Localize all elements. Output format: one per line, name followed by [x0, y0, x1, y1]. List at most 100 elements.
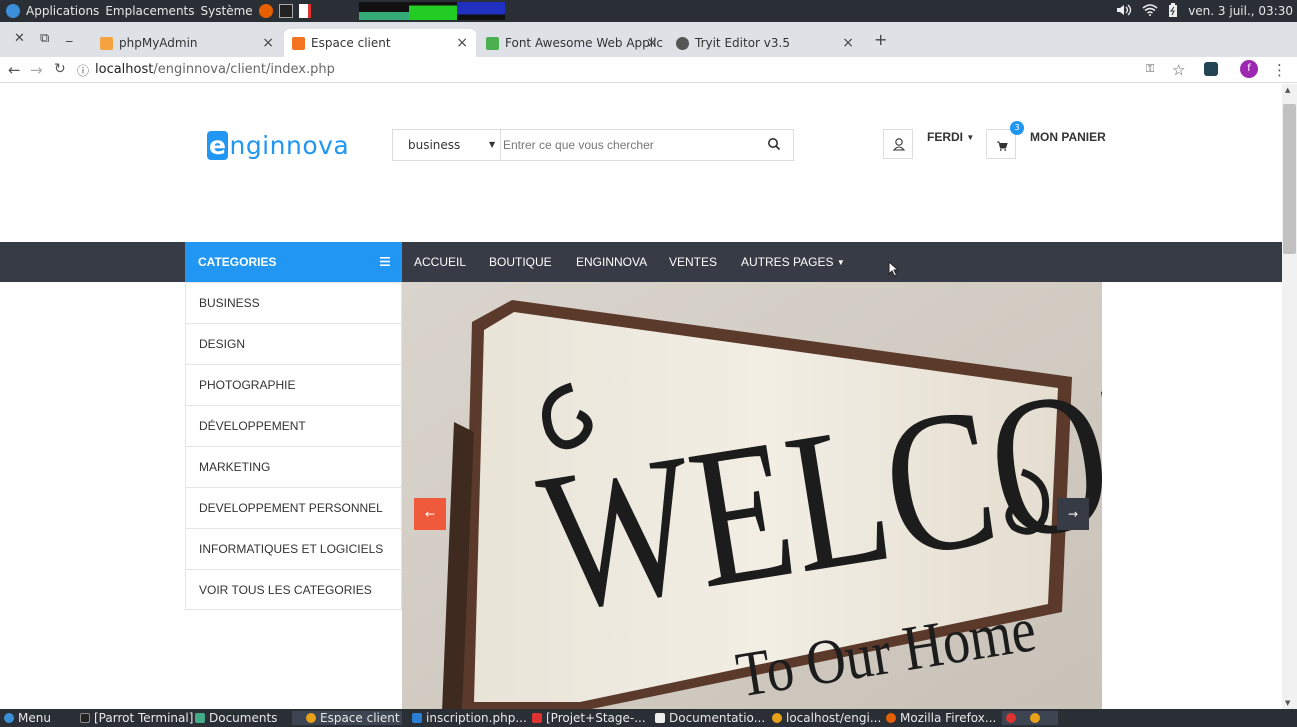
parrot-os-icon[interactable] [6, 4, 20, 18]
browser-menu-icon[interactable]: ⋮ [1272, 61, 1287, 79]
battery-icon[interactable] [1168, 2, 1178, 20]
shopping-cart-icon [997, 141, 1008, 151]
window-close-icon[interactable]: ✕ [14, 31, 25, 46]
wifi-icon[interactable] [1142, 3, 1158, 19]
categories-list: BUSINESS DESIGN PHOTOGRAPHIE DÉVELOPPEME… [185, 282, 402, 610]
os-top-panel: Applications Emplacements Système ven. 3… [0, 0, 1297, 22]
os-menu-applications[interactable]: Applications [26, 4, 99, 18]
taskbar-documents[interactable]: Documents [195, 711, 277, 725]
network-graph-icon [456, 2, 505, 20]
chevron-down-icon[interactable]: ▼ [489, 140, 495, 149]
slider-next-button[interactable]: → [1057, 498, 1089, 530]
user-account-button[interactable] [883, 129, 913, 159]
search-category-select[interactable]: business [408, 138, 460, 152]
document-icon [655, 713, 665, 723]
globe-favicon-icon [676, 36, 689, 50]
taskbar-localhost[interactable]: localhost/engi... [772, 711, 881, 725]
slider-prev-button[interactable]: ← [414, 498, 446, 530]
tab-espace-client[interactable]: Espace client × [284, 29, 476, 57]
new-tab-icon[interactable]: + [874, 30, 887, 49]
reload-icon[interactable]: ↻ [54, 61, 66, 77]
tab-close-icon[interactable]: × [646, 35, 658, 51]
browser-tab-strip: ✕ ⧉ _ phpMyAdmin × Espace client × Font … [0, 22, 1297, 57]
nav-boutique[interactable]: BOUTIQUE [489, 255, 552, 269]
category-developpement[interactable]: DÉVELOPPEMENT [186, 406, 401, 447]
back-icon[interactable]: ← [8, 61, 21, 79]
nav-enginnova[interactable]: ENGINNOVA [576, 255, 647, 269]
site-logo[interactable]: e nginnova [207, 131, 349, 160]
category-photographie[interactable]: PHOTOGRAPHIE [186, 365, 401, 406]
search-icon[interactable] [767, 137, 781, 151]
taskbar-inscription[interactable]: inscription.php... [412, 711, 527, 725]
cart-count-badge: 3 [1010, 121, 1024, 135]
search-bar: business ▼ [392, 129, 794, 161]
taskbar-espace-client[interactable]: Espace client - ... [292, 711, 402, 725]
chrome-icon [772, 713, 782, 723]
welcome-sign-image: WELCOME To Our Home [402, 282, 1102, 709]
mouse-cursor-icon [888, 261, 900, 277]
url-field[interactable]: localhost/enginnova/client/index.php [95, 62, 335, 77]
os-menu-places[interactable]: Emplacements [105, 4, 194, 18]
cart-label[interactable]: MON PANIER [1030, 130, 1106, 144]
address-bar: ← → ↻ ⓘ localhost/enginnova/client/index… [0, 57, 1297, 83]
tab-font-awesome[interactable]: Font Awesome Web Applic × [478, 29, 666, 57]
cpu-graph-icon [358, 2, 409, 20]
pdf-icon [532, 713, 542, 723]
nav-autres-pages[interactable]: AUTRES PAGES ▼ [741, 255, 845, 269]
tab-close-icon[interactable]: × [456, 35, 468, 51]
category-developpement-personnel[interactable]: DEVELOPPEMENT PERSONNEL [186, 488, 401, 529]
taskbar-menu[interactable]: Menu [4, 711, 51, 725]
terminal-launcher-icon[interactable] [278, 4, 293, 18]
category-marketing[interactable]: MARKETING [186, 447, 401, 488]
category-design[interactable]: DESIGN [186, 324, 401, 365]
parrot-menu-icon [4, 713, 14, 723]
category-view-all[interactable]: VOIR TOUS LES CATEGORIES [186, 570, 401, 611]
os-taskbar: Menu [Parrot Terminal] Documents Espace … [0, 709, 1297, 727]
chrome-icon [1030, 713, 1040, 723]
page-viewport: enginnova business ▼ FERDI ▼ 3 MON PANIE… [0, 84, 1282, 709]
no-entry-icon [1006, 713, 1016, 723]
scroll-down-icon[interactable]: ▼ [1285, 699, 1290, 707]
clock[interactable]: ven. 3 juil., 03:30 [1188, 4, 1293, 18]
folder-icon [195, 713, 205, 723]
category-business[interactable]: BUSINESS [186, 283, 401, 324]
tab-close-icon[interactable]: × [262, 35, 274, 51]
phpmyadmin-favicon-icon [100, 36, 113, 50]
taskbar-projet-stage[interactable]: [Projet+Stage-... [532, 711, 646, 725]
chrome-icon [306, 713, 316, 723]
hero-slider: WELCOME To Our Home ← → [402, 282, 1102, 709]
search-input[interactable] [503, 135, 753, 155]
list-icon [380, 257, 390, 266]
categories-toggle[interactable]: CATEGORIES [185, 242, 402, 282]
taskbar-terminal[interactable]: [Parrot Terminal] [80, 711, 193, 725]
scroll-up-icon[interactable]: ▲ [1285, 86, 1290, 94]
profile-avatar[interactable]: f [1240, 60, 1258, 78]
window-minimize-icon[interactable]: _ [66, 28, 73, 43]
tab-close-icon[interactable]: × [842, 35, 854, 51]
firefox-icon [886, 713, 896, 723]
window-restore-icon[interactable]: ⧉ [40, 31, 49, 46]
memory-graph-icon [408, 2, 457, 20]
pdf-launcher-icon[interactable] [298, 4, 311, 18]
cart-button[interactable] [986, 129, 1016, 159]
tab-phpmyadmin[interactable]: phpMyAdmin × [92, 29, 282, 57]
nav-accueil[interactable]: ACCUEIL [414, 255, 466, 269]
category-informatiques-logiciels[interactable]: INFORMATIQUES ET LOGICIELS [186, 529, 401, 570]
taskbar-firefox[interactable]: Mozilla Firefox... [886, 711, 996, 725]
nav-ventes[interactable]: VENTES [669, 255, 717, 269]
info-icon[interactable]: ⓘ [77, 62, 89, 79]
enginnova-favicon-icon [292, 36, 305, 50]
bookmark-star-icon[interactable]: ☆ [1172, 61, 1185, 79]
forward-icon[interactable]: → [30, 61, 43, 79]
taskbar-documentation[interactable]: Documentatio... [655, 711, 765, 725]
volume-icon[interactable] [1116, 4, 1132, 19]
caret-down-icon: ▼ [966, 133, 975, 142]
taskbar-tray-apps[interactable] [1002, 711, 1058, 725]
os-menu-system[interactable]: Système [201, 4, 253, 18]
firefox-launcher-icon[interactable] [258, 4, 273, 18]
extension-icon[interactable] [1204, 62, 1218, 76]
scrollbar-thumb[interactable] [1283, 104, 1296, 254]
tab-tryit-editor[interactable]: Tryit Editor v3.5 × [668, 29, 862, 57]
user-menu[interactable]: FERDI ▼ [927, 130, 974, 144]
key-icon[interactable]: ⚿ [1146, 62, 1154, 76]
